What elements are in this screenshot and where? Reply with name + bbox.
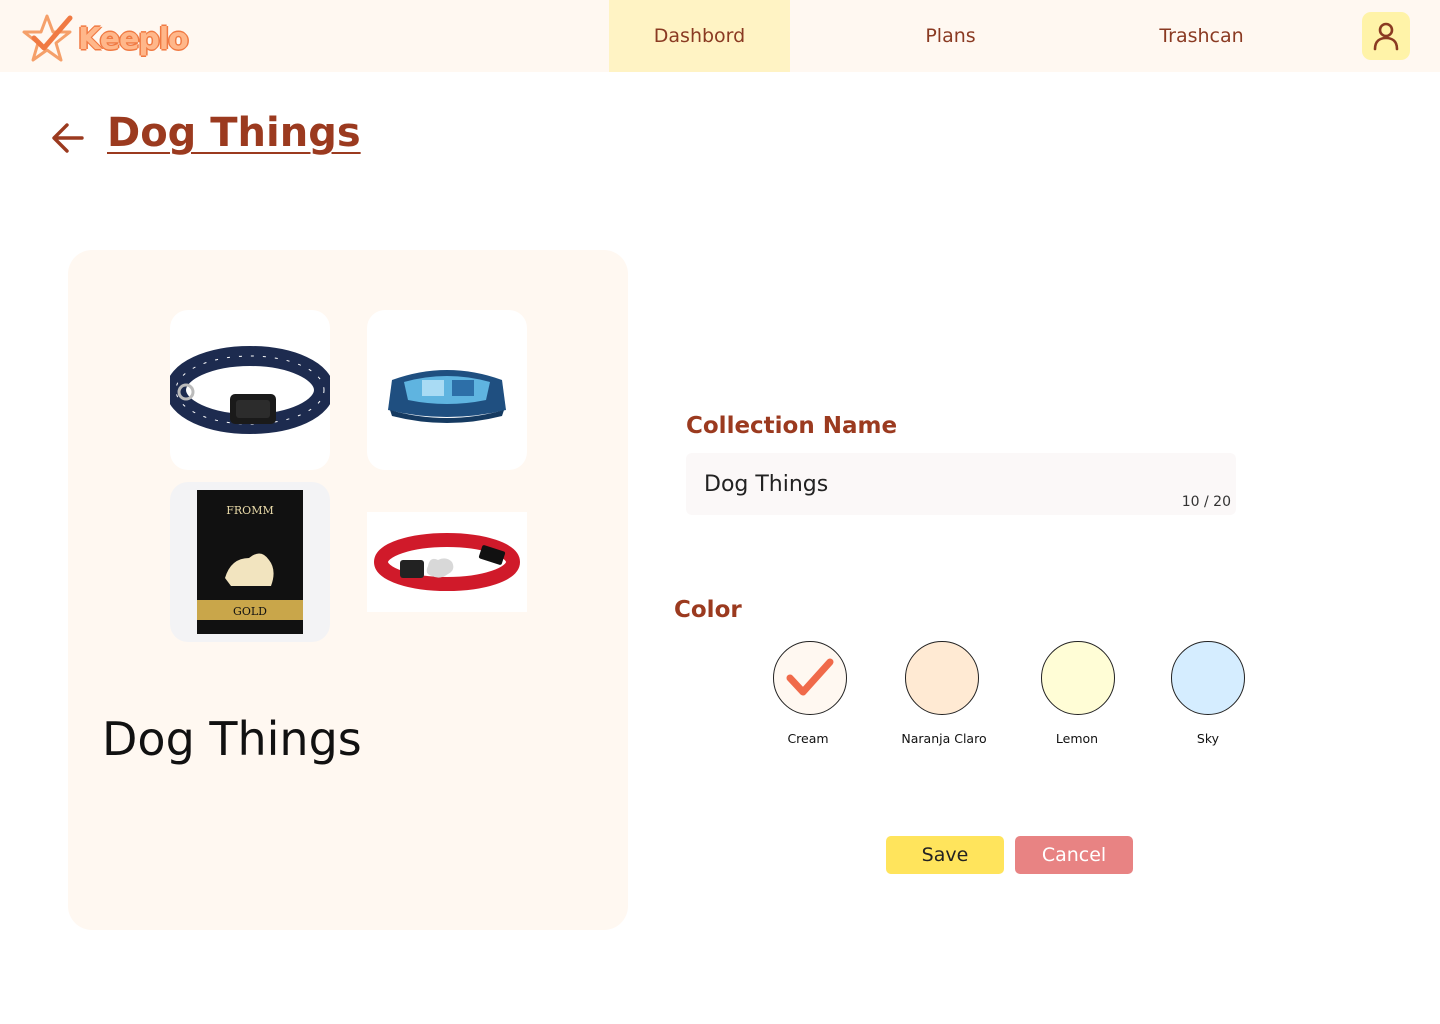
- back-button[interactable]: [50, 120, 86, 156]
- dog-food-bag-image: FROMM GOLD: [197, 490, 303, 634]
- red-collar-image: [374, 533, 520, 591]
- blue-collar-image: [170, 346, 330, 434]
- tab-dashboard[interactable]: Dashbord: [609, 0, 790, 72]
- tab-trashcan[interactable]: Trashcan: [1111, 0, 1292, 72]
- character-counter: 10 / 20: [1181, 494, 1231, 510]
- save-button[interactable]: Save: [886, 836, 1004, 874]
- tab-plans[interactable]: Plans: [860, 0, 1041, 72]
- item-thumbnail-dog-bed[interactable]: [367, 310, 527, 470]
- color-label-sky: Sky: [1196, 731, 1220, 746]
- collection-name-label: Collection Name: [686, 413, 898, 439]
- item-thumbnail-blue-collar[interactable]: [170, 310, 330, 470]
- checkmark-icon: [786, 658, 834, 696]
- collection-name-input[interactable]: [686, 453, 1236, 515]
- color-swatch-sky[interactable]: [1171, 641, 1245, 715]
- cancel-button[interactable]: Cancel: [1015, 836, 1133, 874]
- dog-bed-image: [388, 370, 506, 423]
- collection-preview-card: FROMM GOLD Dog Things: [68, 250, 628, 930]
- food-gold-text: GOLD: [233, 605, 267, 618]
- color-label: Color: [674, 597, 742, 623]
- color-label-naranja-claro: Naranja Claro: [901, 731, 987, 746]
- logo-text: Keeplo: [78, 21, 189, 57]
- food-brand-text: FROMM: [226, 504, 273, 517]
- top-navbar: Keeplo Dashbord Plans Trashcan: [0, 0, 1440, 72]
- page-title: Dog Things: [107, 110, 361, 156]
- color-label-cream: Cream: [787, 731, 829, 746]
- user-profile-button[interactable]: [1362, 12, 1410, 60]
- logo[interactable]: Keeplo: [20, 12, 189, 66]
- user-icon: [1373, 22, 1399, 51]
- color-swatch-cream[interactable]: [773, 641, 847, 715]
- item-thumbnail-red-collar[interactable]: [367, 512, 527, 612]
- arrow-left-icon: [52, 123, 84, 153]
- color-swatch-lemon[interactable]: [1041, 641, 1115, 715]
- preview-collection-name: Dog Things: [102, 712, 362, 766]
- color-swatch-naranja-claro[interactable]: [905, 641, 979, 715]
- item-thumbnail-dog-food[interactable]: FROMM GOLD: [170, 482, 330, 642]
- color-label-lemon: Lemon: [1055, 731, 1099, 746]
- star-check-logo-icon: [22, 14, 73, 62]
